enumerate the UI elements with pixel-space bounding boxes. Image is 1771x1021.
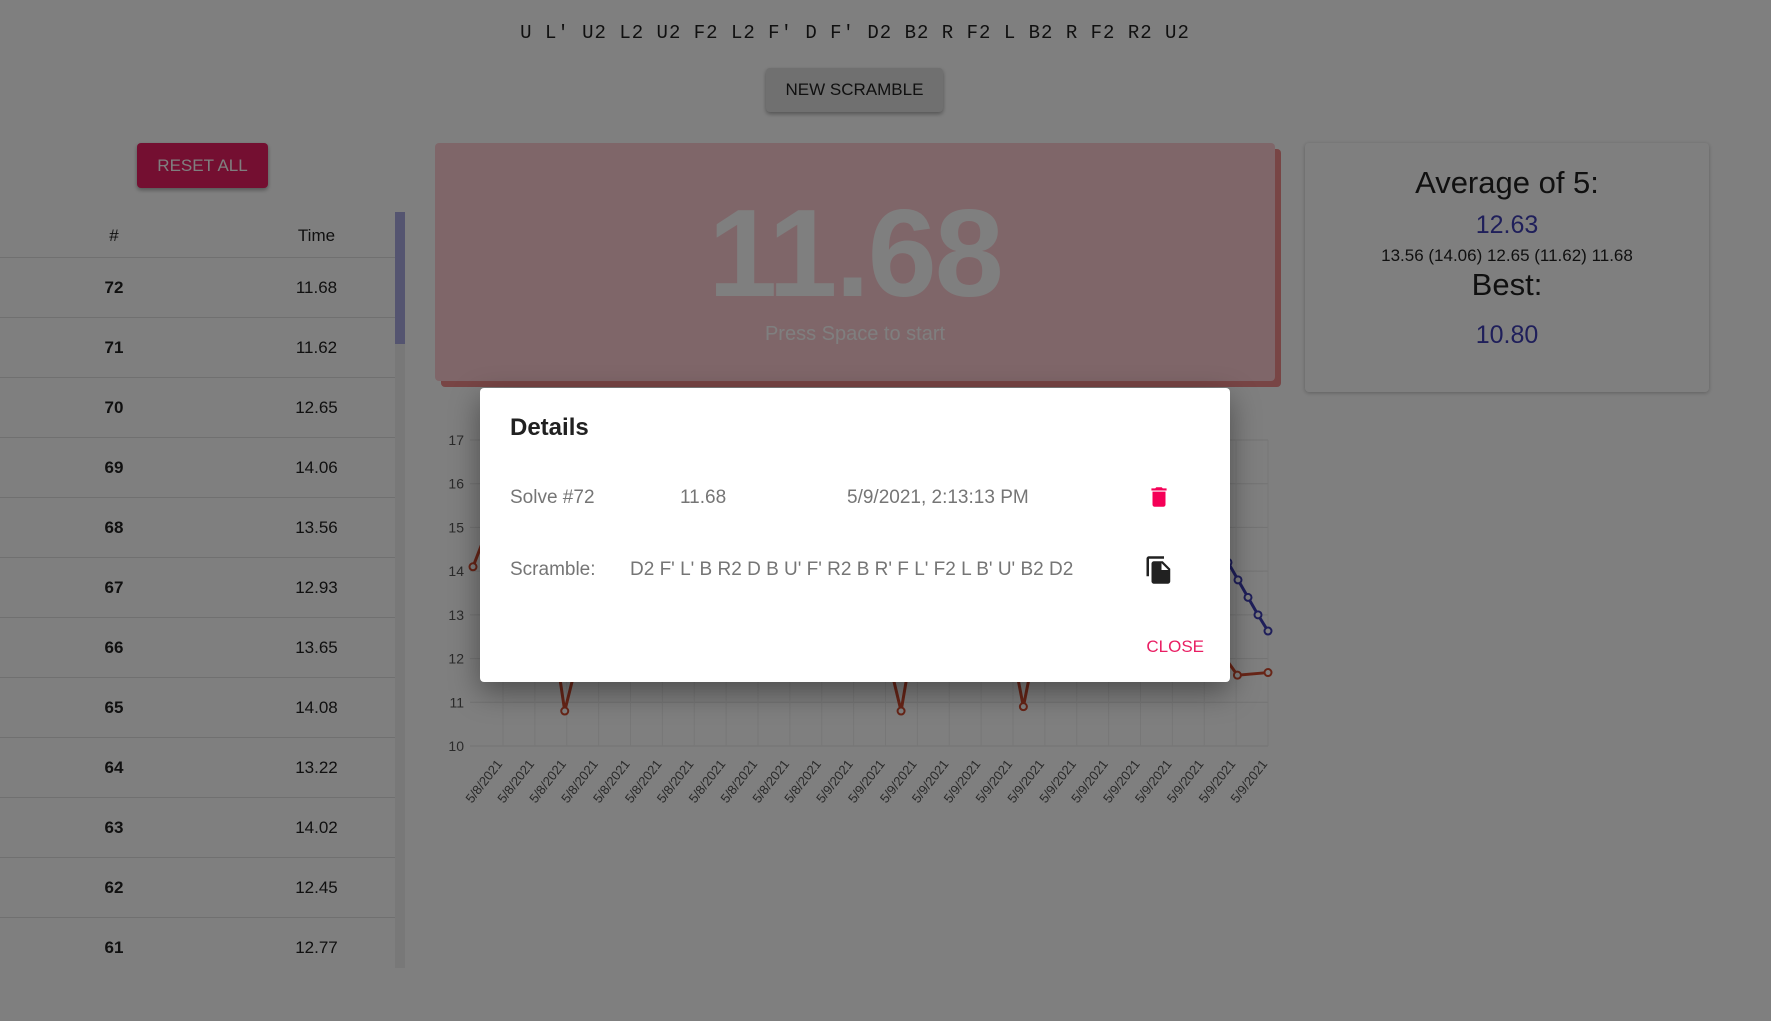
scramble-value: D2 F' L' B R2 D B U' F' R2 B R' F L' F2 …: [630, 559, 1074, 580]
close-button[interactable]: CLOSE: [1140, 636, 1210, 658]
copy-icon[interactable]: [1144, 553, 1174, 587]
solve-time: 11.68: [680, 487, 727, 508]
scramble-label: Scramble:: [510, 559, 596, 580]
trash-icon[interactable]: [1146, 484, 1172, 510]
solve-date: 5/9/2021, 2:13:13 PM: [847, 487, 1029, 508]
solve-number: Solve #72: [510, 487, 595, 508]
details-dialog: Details Solve #72 11.68 5/9/2021, 2:13:1…: [480, 388, 1230, 682]
dialog-title: Details: [510, 414, 589, 441]
